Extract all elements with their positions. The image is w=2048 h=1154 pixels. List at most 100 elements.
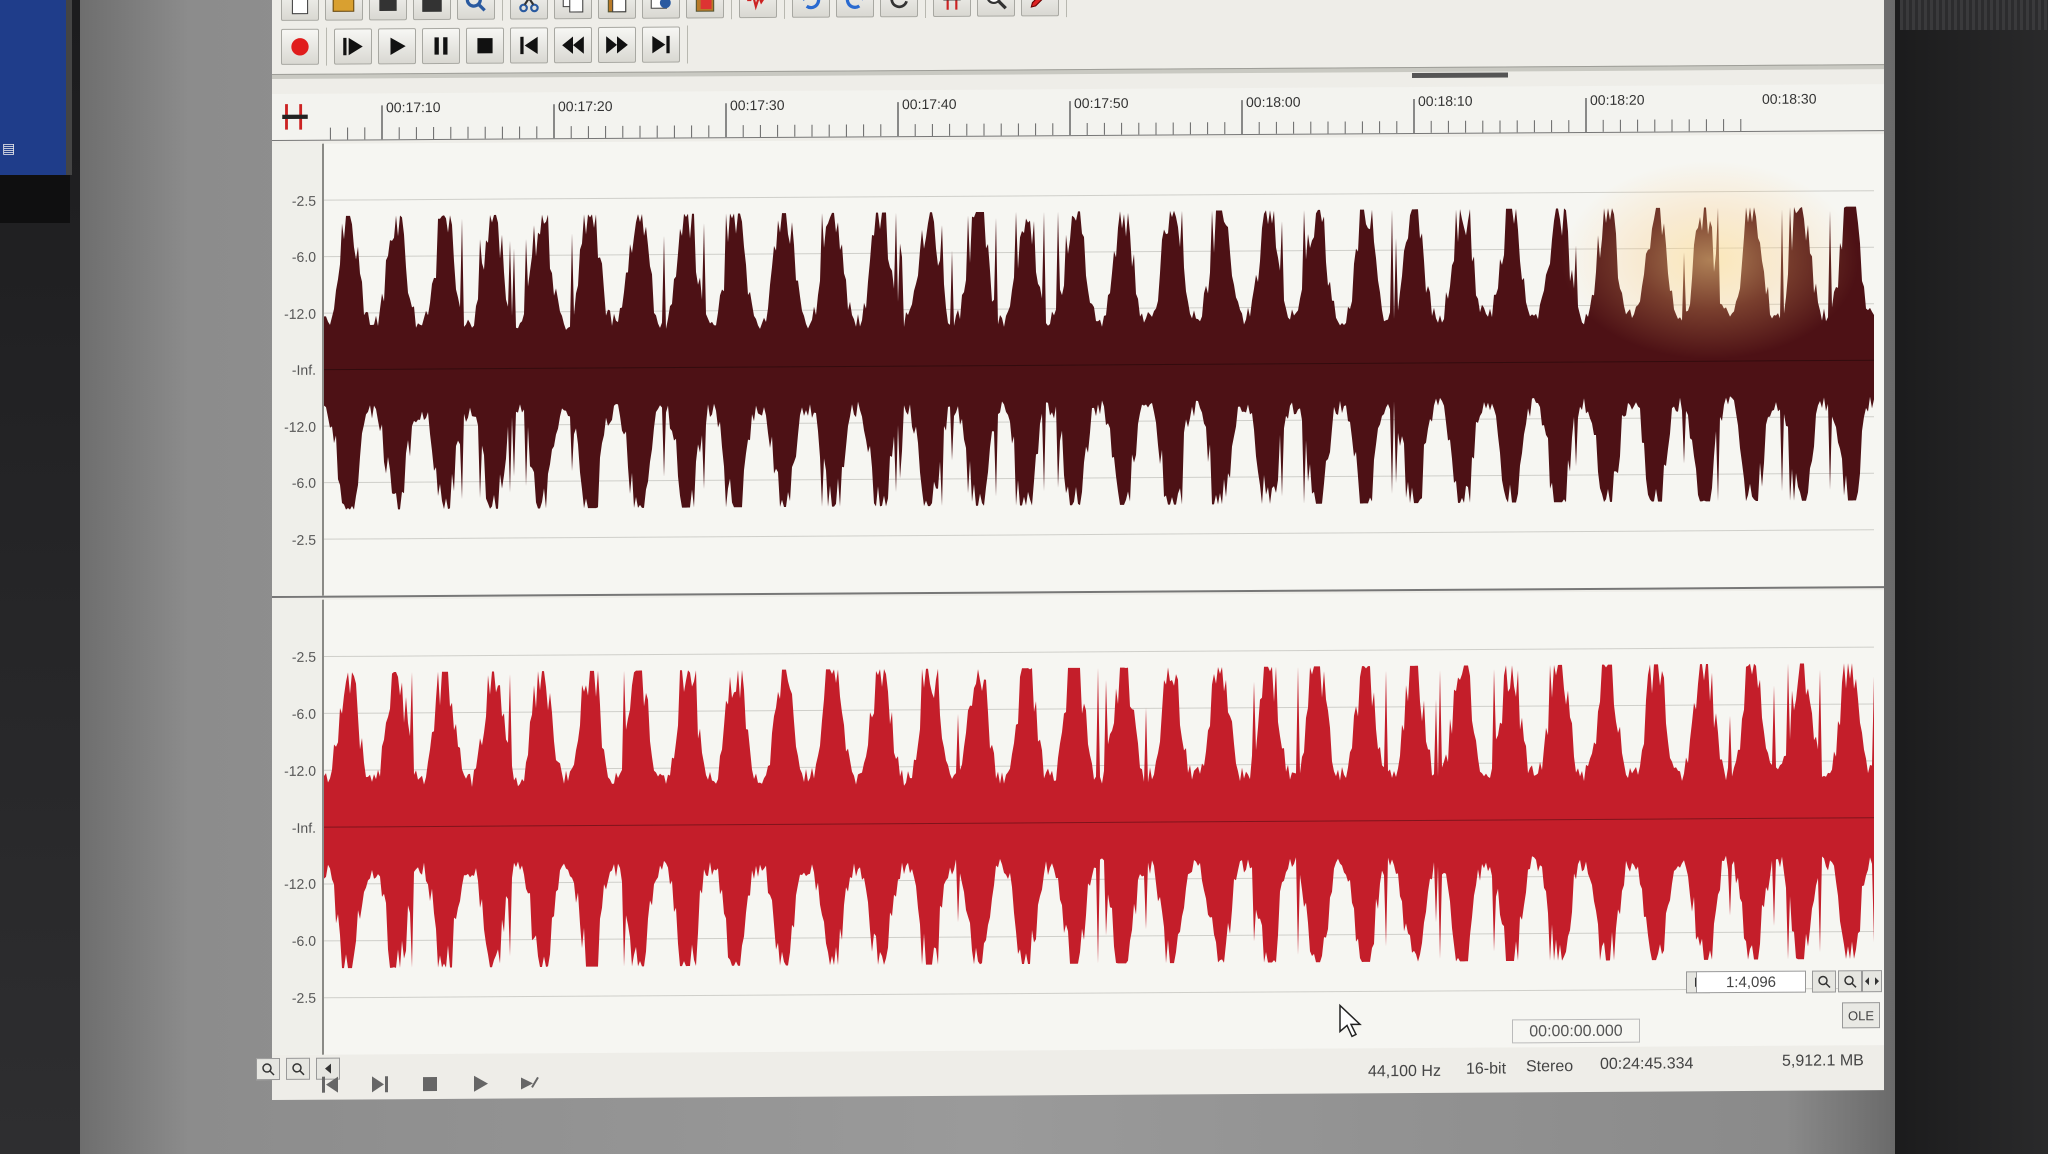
record-icon <box>291 38 309 56</box>
save-button[interactable] <box>413 0 451 21</box>
properties-icon <box>465 0 486 12</box>
zoom-tool-button[interactable] <box>977 0 1015 17</box>
undo-button[interactable] <box>792 0 830 18</box>
audio-editor-window: 00:17:10 00:17:20 00:17:30 00:17:40 00:17:50… <box>256 0 1884 1101</box>
left-channel-scale: -2.5 -6.0 -12.0 -Inf. -12.0 -6.0 -2.5 <box>272 143 324 596</box>
go-to-end-button[interactable] <box>642 26 680 63</box>
ruler-time-label: 00:17:20 <box>558 97 613 115</box>
db-scale-label: -2.5 <box>291 192 316 209</box>
play-from-start-button[interactable] <box>334 28 372 65</box>
pause-button[interactable] <box>422 27 460 65</box>
ruler-time-label: 00:17:40 <box>902 95 957 113</box>
monitor-bezel: 00:17:10 00:17:20 00:17:30 00:17:40 00:17:50… <box>80 0 1895 1154</box>
db-scale-label: -Inf. <box>291 361 316 378</box>
play-icon <box>390 37 406 55</box>
close-file-button[interactable] <box>369 0 407 21</box>
fast-forward-button[interactable] <box>598 26 636 64</box>
open-button[interactable] <box>325 0 363 21</box>
file-size: 5,912.1 MB <box>1782 1052 1864 1070</box>
db-gridline <box>324 987 1874 999</box>
stop-square-icon <box>379 0 397 12</box>
db-scale-label: -12.0 <box>284 305 316 322</box>
zoom-fit-button[interactable] <box>1862 970 1882 993</box>
right-channel-waveform[interactable] <box>324 590 1874 1054</box>
bit-depth: 16-bit <box>1466 1060 1507 1078</box>
magnifier-icon <box>1818 975 1831 989</box>
second-monitor: ▤ <box>0 0 72 175</box>
notification-icon: ▤ <box>2 140 16 156</box>
file-toolbar-group <box>274 0 503 22</box>
db-scale-label: -Inf. <box>291 819 316 836</box>
go-to-start-button[interactable] <box>510 27 548 64</box>
zoom-in-button[interactable] <box>1812 970 1836 993</box>
marker-icon <box>943 0 961 10</box>
undo-icon <box>800 0 821 10</box>
paste-mix-button[interactable] <box>642 0 680 19</box>
paste-button[interactable] <box>598 0 636 20</box>
copy-button[interactable] <box>554 0 592 20</box>
file-length: 00:24:45.334 <box>1600 1055 1694 1073</box>
repeat-icon <box>890 0 908 9</box>
left-channel-waveform[interactable] <box>324 134 1874 595</box>
playback-toolbar-group <box>327 25 688 66</box>
save-icon <box>422 0 442 12</box>
new-file-button[interactable] <box>281 0 319 21</box>
repeat-button[interactable] <box>880 0 918 18</box>
overview-scroll-indicator[interactable] <box>1412 72 1508 79</box>
db-gridline <box>324 930 1874 942</box>
db-scale-label: -6.0 <box>291 932 316 950</box>
trim-button[interactable] <box>739 0 777 19</box>
marker-tool-button[interactable] <box>933 0 971 17</box>
right-channel-track[interactable]: -2.5 -6.0 -12.0 -Inf. -12.0 -6.0 -2.5 <box>272 590 1884 1055</box>
pause-icon <box>434 37 448 55</box>
trim-icon <box>747 0 769 11</box>
photo-scene: ▤ 00:17:10 00:17:20 00:17:30 00:17:40 00… <box>0 0 2048 1154</box>
clipboard-toolbar-group <box>503 0 732 21</box>
paste-special-button[interactable] <box>686 0 724 19</box>
right-channel-scale: -2.5 -6.0 -12.0 -Inf. -12.0 -6.0 -2.5 <box>272 599 324 1055</box>
db-scale-label: -12.0 <box>284 876 316 893</box>
edit-toolbar <box>274 0 1067 24</box>
play-from-start-icon <box>343 37 363 56</box>
time-ruler[interactable]: 00:17:10 00:17:20 00:17:30 00:17:40 00:17:50… <box>272 84 1884 141</box>
sample-rate: 44,100 Hz <box>1368 1062 1441 1081</box>
magnifier-icon <box>1844 975 1857 988</box>
db-scale-label: -2.5 <box>291 531 316 548</box>
db-scale-label: -12.0 <box>284 762 316 779</box>
history-toolbar-group <box>785 0 926 19</box>
ruler-time-label: 00:18:30 <box>1762 90 1817 107</box>
rewind-button[interactable] <box>554 27 592 64</box>
paste-icon <box>607 0 627 13</box>
ruler-time-label: 00:18:00 <box>1246 93 1301 111</box>
stop-icon <box>477 38 493 54</box>
play-button[interactable] <box>378 28 416 65</box>
left-channel-track[interactable]: -2.5 -6.0 -12.0 -Inf. -12.0 -6.0 -2.5 <box>272 134 1884 599</box>
db-scale-label: -6.0 <box>291 248 316 265</box>
ruler-time-label: 00:17:30 <box>730 96 785 114</box>
pencil-icon <box>1030 0 1050 8</box>
new-file-icon <box>291 0 309 15</box>
ruler-time-label: 00:17:50 <box>1074 94 1129 112</box>
open-folder-icon <box>332 0 355 12</box>
db-gridline <box>324 703 1874 714</box>
db-scale-label: -12.0 <box>284 418 316 435</box>
zoom-ratio-field[interactable]: 1:4,096 <box>1696 970 1806 994</box>
redo-button[interactable] <box>836 0 874 18</box>
cut-button[interactable] <box>510 0 548 20</box>
status-bar: 44,100 Hz 16-bit Stereo 00:24:45.334 5,9… <box>272 1010 1884 1100</box>
rewind-icon <box>562 36 584 54</box>
wall-background <box>1880 0 2048 1154</box>
stop-button[interactable] <box>466 27 504 64</box>
fast-forward-icon <box>606 36 628 54</box>
record-button[interactable] <box>281 28 319 65</box>
go-to-end-icon <box>652 35 670 54</box>
db-scale-label: -6.0 <box>291 474 316 491</box>
copy-icon <box>562 0 584 13</box>
channel-mode: Stereo <box>1526 1058 1574 1076</box>
properties-button[interactable] <box>457 0 495 20</box>
db-gridline <box>324 472 1874 484</box>
zoom-out-button[interactable] <box>1838 970 1862 993</box>
paste-mix-icon <box>650 0 671 9</box>
pencil-tool-button[interactable] <box>1021 0 1059 17</box>
db-gridline <box>324 529 1874 540</box>
